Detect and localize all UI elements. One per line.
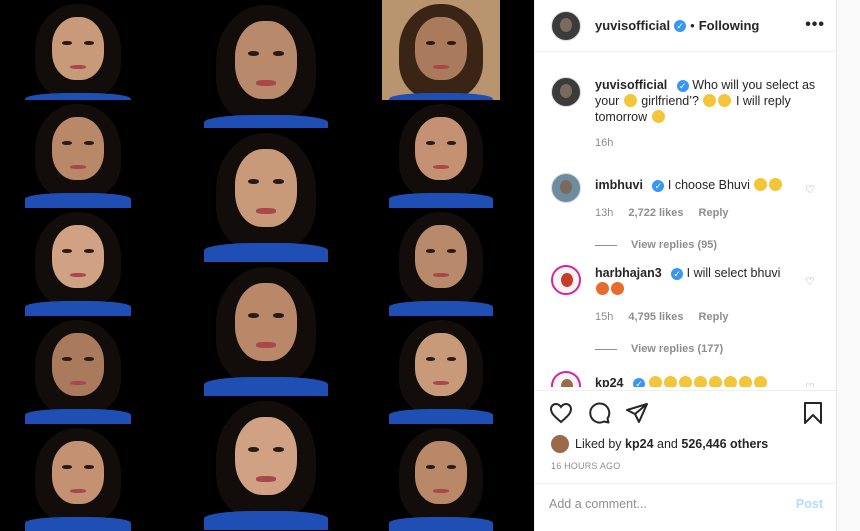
- view-replies-button[interactable]: View replies (95): [595, 239, 821, 251]
- grin-emoji-icon: [754, 178, 768, 191]
- portrait-photo: [196, 262, 336, 396]
- couple-emoji-icon: [623, 94, 637, 107]
- wink-tongue-emoji-icon: [769, 178, 783, 191]
- verified-icon: ✓: [674, 19, 687, 32]
- post-image[interactable]: [0, 0, 534, 531]
- laughing-emoji-icon: [664, 376, 678, 387]
- caption-time: 16h: [595, 137, 614, 149]
- bookmark-icon[interactable]: [801, 401, 825, 425]
- laughing-emoji-icon: [649, 376, 663, 387]
- portrait-photo: [382, 316, 500, 424]
- post-header: yuvisofficial ✓ • Following •••: [535, 0, 837, 52]
- author-username[interactable]: yuvisofficial: [595, 18, 670, 33]
- portrait-photo: [382, 0, 500, 108]
- caption-text-2: girlfriend’?: [641, 94, 699, 108]
- portrait-photo: [196, 396, 336, 530]
- verified-icon: ✓: [632, 377, 645, 387]
- laughing-emoji-icon: [694, 376, 708, 387]
- portrait-photo: [18, 0, 138, 108]
- tongue-emoji-icon: [611, 282, 624, 295]
- view-replies-label: View replies (95): [631, 239, 718, 251]
- portrait-photo: [196, 0, 336, 134]
- reply-button[interactable]: Reply: [699, 311, 729, 323]
- verified-icon: ✓: [671, 267, 684, 280]
- portrait-photo: [18, 208, 138, 316]
- comment-like-icon[interactable]: ♡: [805, 381, 815, 387]
- view-replies-label: View replies (177): [631, 343, 724, 355]
- caption: yuvisofficial ✓ Who will you select as y…: [551, 77, 821, 149]
- more-icon[interactable]: •••: [805, 16, 825, 34]
- comment-time: 13h: [595, 207, 614, 219]
- liked-by-user[interactable]: kp24: [625, 437, 654, 451]
- portrait-photo: [196, 128, 336, 262]
- scrollbar[interactable]: [836, 0, 860, 531]
- tongue-emoji-icon: [651, 110, 665, 123]
- portrait-photo: [18, 100, 138, 208]
- comments-list[interactable]: yuvisofficial ✓ Who will you select as y…: [535, 53, 837, 387]
- commenter-username[interactable]: harbhajan3: [595, 266, 662, 280]
- commenter-username[interactable]: imbhuvi: [595, 178, 643, 192]
- view-replies-button[interactable]: View replies (177): [595, 343, 821, 355]
- laughing-emoji-icon: [724, 376, 738, 387]
- post-actions: Liked by kp24 and 526,446 others 16 HOUR…: [535, 390, 837, 520]
- comment-like-icon[interactable]: ♡: [805, 275, 815, 288]
- laughing-emoji-icon: [718, 94, 732, 107]
- comment-likes[interactable]: 2,722 likes: [628, 207, 683, 219]
- comment-likes[interactable]: 4,795 likes: [628, 311, 683, 323]
- caption-username[interactable]: yuvisofficial: [595, 78, 667, 92]
- author-avatar[interactable]: [551, 10, 581, 41]
- commenter-username[interactable]: kp24: [595, 376, 624, 387]
- separator-dot: •: [690, 18, 695, 33]
- commenter-avatar[interactable]: [551, 173, 581, 203]
- comment-input[interactable]: Add a comment...: [549, 497, 647, 511]
- add-comment-bar: Add a comment... Post: [535, 483, 837, 523]
- comment-text: I choose Bhuvi: [667, 178, 750, 192]
- caption-avatar[interactable]: [551, 77, 581, 107]
- thinking-emoji-icon: [703, 94, 717, 107]
- post-timestamp: 16 HOURS AGO: [551, 461, 621, 471]
- commenter-avatar[interactable]: [551, 371, 581, 387]
- portrait-photo: [18, 316, 138, 424]
- verified-icon: ✓: [676, 79, 689, 92]
- reply-button[interactable]: Reply: [699, 207, 729, 219]
- comment-item: harbhajan3 ✓ I will select bhuvi ♡ 15h 4…: [551, 265, 821, 355]
- liked-by-prefix: Liked by: [575, 437, 622, 451]
- post-panel: yuvisofficial ✓ • Following ••• yuvisoff…: [534, 0, 837, 531]
- portrait-photo: [382, 100, 500, 208]
- portrait-photo: [382, 424, 500, 531]
- comment-icon[interactable]: [587, 401, 611, 425]
- portrait-photo: [18, 424, 138, 531]
- liked-by-joiner: and: [657, 437, 678, 451]
- verified-icon: ✓: [652, 179, 665, 192]
- angry-emoji-icon: [596, 282, 609, 295]
- commenter-avatar[interactable]: [551, 265, 581, 295]
- share-icon[interactable]: [625, 401, 649, 425]
- comment-item: kp24 ✓ ♡: [551, 371, 821, 387]
- laughing-emoji-icon: [709, 376, 723, 387]
- portrait-photo: [382, 208, 500, 316]
- liked-by[interactable]: Liked by kp24 and 526,446 others: [551, 435, 768, 453]
- liker-avatar: [551, 435, 569, 453]
- post-button[interactable]: Post: [796, 497, 823, 511]
- replies-divider: [595, 244, 617, 246]
- comment-item: imbhuvi ✓ I choose Bhuvi ♡ 13h 2,722 lik…: [551, 173, 821, 251]
- following-button[interactable]: Following: [699, 18, 760, 33]
- likes-count[interactable]: 526,446 others: [681, 437, 768, 451]
- comment-text: I will select bhuvi: [686, 266, 781, 280]
- heart-icon[interactable]: [549, 401, 573, 425]
- comment-like-icon[interactable]: ♡: [805, 183, 815, 196]
- laughing-emoji-icon: [679, 376, 693, 387]
- laughing-emoji-icon: [754, 376, 768, 387]
- comment-time: 15h: [595, 311, 614, 323]
- laughing-emoji-icon: [739, 376, 753, 387]
- replies-divider: [595, 348, 617, 350]
